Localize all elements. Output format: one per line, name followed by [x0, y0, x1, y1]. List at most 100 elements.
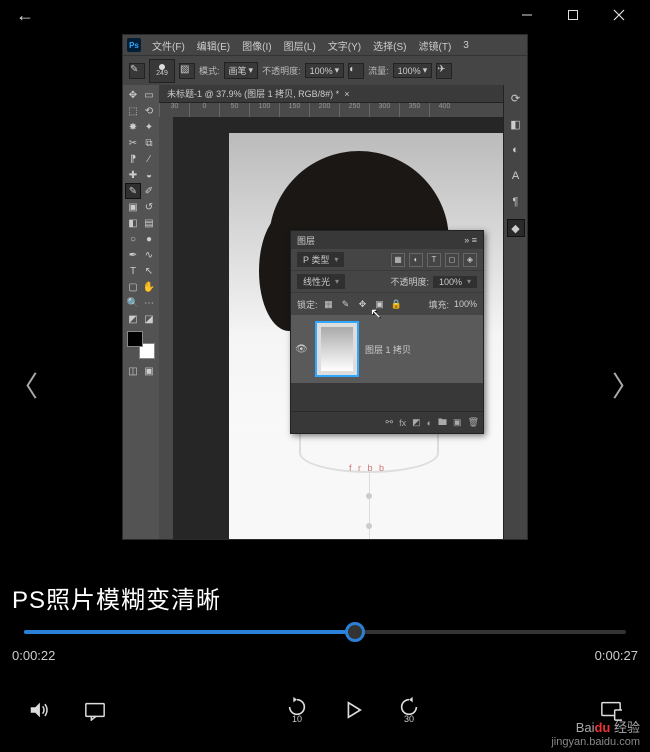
patch-tool-icon[interactable]: ◒ — [141, 167, 157, 183]
flow-field[interactable]: 100%▾ — [393, 63, 433, 78]
ruler-tool-icon[interactable]: ∕ — [141, 151, 157, 167]
airbrush-icon[interactable]: ✈ — [436, 63, 452, 79]
document-tab[interactable]: 未标题-1 @ 37.9% (图层 1 拷贝, RGB/8#) * × — [159, 85, 503, 103]
fill-field[interactable]: 100% — [454, 299, 477, 309]
eyedropper-tool-icon[interactable]: ⁋ — [125, 151, 141, 167]
mask-icon[interactable]: ◩ — [412, 417, 421, 428]
move-tool-icon[interactable]: ✥ — [125, 87, 141, 103]
filter-smart-icon[interactable]: ◈ — [463, 253, 477, 267]
brush-tool-icon[interactable]: ✎ — [125, 183, 141, 199]
path-tool-icon[interactable]: ↖ — [141, 263, 157, 279]
group-icon[interactable]: 🖿 — [438, 415, 447, 431]
mode-dropdown[interactable]: 画笔▾ — [224, 62, 259, 79]
adjustment-icon[interactable]: ◐ — [427, 418, 432, 428]
history-icon[interactable]: ⟳ — [507, 89, 525, 107]
layers-panel[interactable]: 图层 » ≡ P 类型 ▦ ◐ T ◻ ◈ 线性光 不透明度: 100% 锁定:… — [290, 230, 484, 434]
artboard-tool-icon[interactable]: ▭ — [141, 87, 157, 103]
lock-trans-icon[interactable]: ▦ — [323, 299, 335, 310]
menu-select[interactable]: 选择(S) — [368, 38, 411, 53]
menu-layer[interactable]: 图层(L) — [279, 38, 321, 53]
pressure-opacity-icon[interactable]: ◐ — [348, 63, 364, 79]
properties-icon[interactable]: ◧ — [507, 115, 525, 133]
blend-mode-dropdown[interactable]: 线性光 — [297, 274, 345, 289]
skip-forward-button[interactable]: 30 — [398, 696, 420, 724]
lock-all-icon[interactable]: 🔒 — [391, 299, 403, 310]
magicwand-tool-icon[interactable]: ✦ — [141, 119, 157, 135]
layer-kind-dropdown[interactable]: P 类型 — [297, 252, 344, 267]
menu-more[interactable]: 3 — [458, 40, 474, 51]
quickselect-tool-icon[interactable]: ✸ — [125, 119, 141, 135]
blur-tool-icon[interactable]: ○ — [125, 231, 141, 247]
filter-type-icon[interactable]: T — [427, 253, 441, 267]
history-brush-icon[interactable]: ↺ — [141, 199, 157, 215]
ps-logo-icon: Ps — [127, 38, 141, 52]
volume-button[interactable] — [28, 699, 50, 721]
crop-tool-icon[interactable]: ✂ — [125, 135, 141, 151]
slice-tool-icon[interactable]: ⧉ — [141, 135, 157, 151]
hand-tool-icon[interactable]: ✋ — [141, 279, 157, 295]
layer-row[interactable]: 👁 图层 1 拷贝 — [291, 315, 483, 383]
play-button[interactable] — [342, 699, 364, 721]
quickmask-icon[interactable]: ◫ — [125, 363, 141, 379]
progress-fill — [24, 630, 355, 634]
menu-image[interactable]: 图像(I) — [237, 38, 276, 53]
skip-back-button[interactable]: 10 — [286, 696, 308, 724]
layer-opacity-field[interactable]: 100% — [433, 276, 477, 288]
lock-artboard-icon[interactable]: ▣ — [374, 299, 386, 310]
lock-pos-icon[interactable]: ✥ — [357, 299, 369, 310]
gradient-tool-icon[interactable]: ▤ — [141, 215, 157, 231]
carousel-next-button[interactable]: 〉 — [612, 365, 640, 405]
extra2-tool-icon[interactable]: ◪ — [141, 311, 157, 327]
menu-file[interactable]: 文件(F) — [147, 38, 190, 53]
filter-shape-icon[interactable]: ◻ — [445, 253, 459, 267]
ps-tools-panel: ✥▭ ⬚⟲ ✸✦ ✂⧉ ⁋∕ ✚◒ ✎✐ ▣↺ ◧▤ ○● ✒∿ T↖ ▢✋ 🔍… — [123, 85, 159, 539]
lock-label: 锁定: — [297, 298, 318, 311]
close-button[interactable] — [596, 0, 642, 30]
filter-pixel-icon[interactable]: ▦ — [391, 253, 405, 267]
rect-tool-icon[interactable]: ▢ — [125, 279, 141, 295]
tool-preset-icon[interactable]: ✎ — [129, 63, 145, 79]
filter-adjust-icon[interactable]: ◐ — [409, 253, 423, 267]
type-tool-icon[interactable]: T — [125, 263, 141, 279]
trash-icon[interactable]: 🗑 — [468, 417, 479, 428]
paragraph-icon[interactable]: ¶ — [507, 193, 525, 211]
edit-toolbar-icon[interactable]: ⋯ — [141, 295, 157, 311]
stamp-tool-icon[interactable]: ▣ — [125, 199, 141, 215]
new-layer-icon[interactable]: ▣ — [453, 417, 462, 428]
menu-type[interactable]: 文字(Y) — [323, 38, 366, 53]
marquee-tool-icon[interactable]: ⬚ — [125, 103, 141, 119]
visibility-icon[interactable]: 👁 — [295, 344, 309, 355]
maximize-button[interactable] — [550, 0, 596, 30]
minimize-button[interactable] — [504, 0, 550, 30]
freeform-pen-icon[interactable]: ∿ — [141, 247, 157, 263]
layers-icon[interactable]: ◆ — [507, 219, 525, 237]
carousel-prev-button[interactable]: 〈 — [10, 365, 38, 405]
menu-edit[interactable]: 编辑(E) — [192, 38, 235, 53]
panel-menu-icon[interactable]: » ≡ — [464, 235, 477, 245]
heal-tool-icon[interactable]: ✚ — [125, 167, 141, 183]
menu-filter[interactable]: 滤镜(T) — [414, 38, 457, 53]
link-layers-icon[interactable]: ⚯ — [386, 417, 394, 428]
fg-bg-swatch[interactable] — [127, 331, 155, 359]
zoom-tool-icon[interactable]: 🔍 — [125, 295, 141, 311]
type-icon[interactable]: A — [507, 167, 525, 185]
brush-panel-icon[interactable]: ▨ — [179, 63, 195, 79]
opacity-field[interactable]: 100%▾ — [305, 63, 345, 78]
dodge-tool-icon[interactable]: ● — [141, 231, 157, 247]
pencil-tool-icon[interactable]: ✐ — [141, 183, 157, 199]
layer-thumbnail[interactable] — [315, 321, 359, 377]
lasso-tool-icon[interactable]: ⟲ — [141, 103, 157, 119]
progress-track[interactable] — [24, 630, 626, 634]
back-button[interactable]: ← — [16, 5, 34, 26]
screenmode-icon[interactable]: ▣ — [141, 363, 157, 379]
layer-name[interactable]: 图层 1 拷贝 — [365, 343, 411, 356]
subtitle-button[interactable] — [84, 699, 106, 721]
adjust-icon[interactable]: ◐ — [507, 141, 525, 159]
brush-preset-picker[interactable]: 249 — [149, 59, 175, 83]
pen-tool-icon[interactable]: ✒ — [125, 247, 141, 263]
extra1-tool-icon[interactable]: ◩ — [125, 311, 141, 327]
eraser-tool-icon[interactable]: ◧ — [125, 215, 141, 231]
fx-icon[interactable]: fx — [399, 418, 406, 428]
progress-knob[interactable] — [345, 622, 365, 642]
lock-paint-icon[interactable]: ✎ — [340, 299, 352, 310]
